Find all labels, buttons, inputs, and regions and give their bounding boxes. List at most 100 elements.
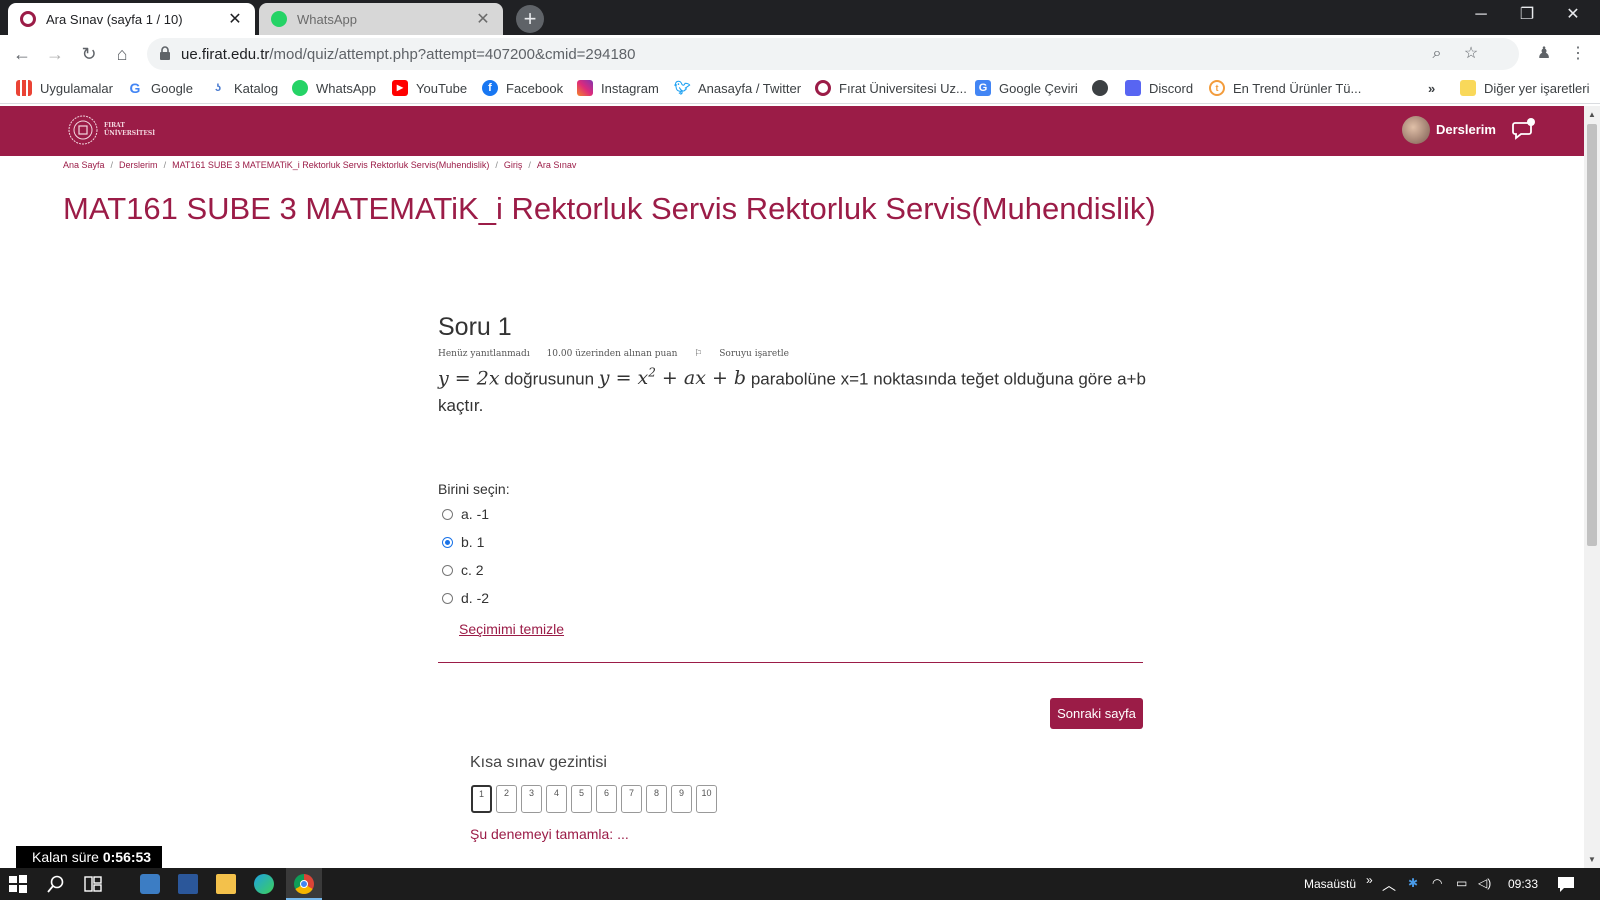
volume-icon[interactable]: ◁)	[1478, 876, 1491, 890]
windows-start-icon[interactable]	[8, 874, 28, 894]
radio-button[interactable]	[442, 508, 453, 520]
quiz-nav-button[interactable]: 1	[471, 785, 492, 813]
clock[interactable]: 09:33	[1508, 877, 1538, 891]
bookmark-globe[interactable]	[1092, 79, 1116, 97]
profile-icon[interactable]: ♟	[1534, 44, 1554, 64]
next-page-button[interactable]: Sonraki sayfa	[1050, 698, 1143, 729]
close-tab-icon[interactable]: ✕	[475, 9, 491, 29]
window-close-button[interactable]: ✕	[1550, 0, 1596, 30]
quiz-nav-button[interactable]: 7	[621, 785, 642, 813]
network-app-icon[interactable]	[140, 874, 160, 894]
bookmark-other[interactable]: Diğer yer işaretleri	[1460, 79, 1589, 97]
answer-option-b[interactable]: b. 1	[442, 533, 484, 551]
chrome-taskbar-button[interactable]	[286, 868, 322, 900]
tab-whatsapp[interactable]: WhatsApp ✕	[259, 3, 503, 35]
bookmarks-more-button[interactable]: »	[1428, 79, 1435, 97]
question-text: y = 2x doğrusunun y = x2 + ax + b parabo…	[438, 360, 1148, 419]
bookmark-label: Facebook	[506, 80, 564, 96]
menu-icon[interactable]: ⋮	[1568, 44, 1588, 64]
bookmark-discord[interactable]: Discord	[1125, 79, 1193, 97]
bookmark-facebook[interactable]: f Facebook	[482, 79, 563, 97]
answer-option-c[interactable]: c. 2	[442, 561, 484, 579]
bookmark-katalog[interactable]: ʖ Katalog	[210, 79, 278, 97]
notifications-icon[interactable]	[1556, 874, 1576, 894]
forward-icon[interactable]: →	[43, 42, 67, 66]
quiz-nav-button[interactable]: 10	[696, 785, 717, 813]
desktop-toolbar-label[interactable]: Masaüstü	[1304, 877, 1356, 891]
breadcrumb-item[interactable]: Ara Sınav	[537, 160, 577, 170]
quiz-nav-button[interactable]: 4	[546, 785, 567, 813]
flag-question-link[interactable]: ⚐ Soruyu işaretle	[694, 349, 803, 359]
math-parabola: y = x2 + ax + b	[599, 366, 747, 390]
task-view-icon[interactable]	[83, 874, 103, 894]
breadcrumb-item[interactable]: Derslerim	[119, 160, 158, 170]
battery-icon[interactable]: ▭	[1456, 876, 1467, 890]
quiz-nav-button[interactable]: 3	[521, 785, 542, 813]
site-logo[interactable]: FIRAT ÜNİVERSİTESİ	[68, 114, 155, 146]
option-label[interactable]: c. 2	[461, 562, 484, 578]
url-host: ue.firat.edu.tr	[181, 46, 270, 63]
quiz-nav-button[interactable]: 2	[496, 785, 517, 813]
bookmark-trend[interactable]: t En Trend Ürünler Tü...	[1209, 79, 1361, 97]
flag-icon: ⚐	[694, 349, 706, 359]
avatar[interactable]	[1402, 116, 1430, 144]
option-label[interactable]: a. -1	[461, 506, 489, 522]
new-tab-button[interactable]: +	[516, 5, 544, 33]
zoom-icon[interactable]: ⌕	[1427, 44, 1447, 64]
math-parabola-post: + ax + b	[655, 367, 747, 390]
finish-attempt-link[interactable]: Şu denemeyi tamamla: ...	[470, 826, 629, 842]
breadcrumb: Ana Sayfa / Derslerim / MAT161 SUBE 3 MATEMA…	[63, 160, 576, 170]
messages-icon[interactable]	[1512, 118, 1536, 140]
wifi-icon[interactable]: ◠	[1432, 876, 1442, 890]
question-meta: Henüz yanıtlanmadı 10.00 üzerinden alına…	[438, 349, 817, 359]
show-hidden-icons-icon[interactable]: ︿	[1382, 875, 1396, 895]
minimize-button[interactable]: ─	[1458, 0, 1504, 30]
bookmark-whatsapp[interactable]: WhatsApp	[292, 79, 376, 97]
desktop-toolbar-more[interactable]: »	[1366, 873, 1373, 887]
tab-quiz[interactable]: Ara Sınav (sayfa 1 / 10) ✕	[8, 3, 255, 35]
file-explorer-icon[interactable]	[216, 874, 236, 894]
answer-option-a[interactable]: a. -1	[442, 505, 489, 523]
firat-icon	[815, 80, 831, 96]
reload-icon[interactable]: ↻	[77, 42, 101, 66]
bluetooth-icon[interactable]: ✱	[1408, 876, 1418, 890]
option-label[interactable]: b. 1	[461, 534, 484, 550]
bookmark-google[interactable]: G Google	[127, 79, 193, 97]
bookmark-firat[interactable]: Fırat Üniversitesi Uz...	[815, 79, 967, 97]
restore-button[interactable]: ❐	[1504, 0, 1550, 30]
radio-button[interactable]	[442, 564, 453, 576]
back-icon[interactable]: ←	[10, 42, 34, 66]
close-tab-icon[interactable]: ✕	[227, 9, 243, 29]
search-icon[interactable]	[46, 874, 66, 894]
scroll-down-icon[interactable]: ▼	[1584, 853, 1600, 867]
answer-prompt: Birini seçin:	[438, 481, 510, 497]
bookmark-apps[interactable]: Uygulamalar	[16, 79, 113, 97]
scroll-up-icon[interactable]: ▲	[1584, 108, 1600, 122]
edge-icon[interactable]	[254, 874, 274, 894]
quiz-nav-button[interactable]: 6	[596, 785, 617, 813]
scrollbar-thumb[interactable]	[1587, 124, 1597, 546]
bookmark-instagram[interactable]: Instagram	[577, 79, 659, 97]
quiz-nav-button[interactable]: 9	[671, 785, 692, 813]
quiz-nav-button[interactable]: 8	[646, 785, 667, 813]
star-icon[interactable]: ☆	[1461, 44, 1481, 64]
quiz-nav-button[interactable]: 5	[571, 785, 592, 813]
question-points: 10.00 üzerinden alınan puan	[546, 349, 678, 359]
breadcrumb-item[interactable]: Ana Sayfa	[63, 160, 105, 170]
breadcrumb-item[interactable]: Giriş	[504, 160, 523, 170]
bookmark-translate[interactable]: G Google Çeviri	[975, 79, 1078, 97]
bookmark-twitter[interactable]: 🐦︎ Anasayfa / Twitter	[674, 79, 801, 97]
answer-option-d[interactable]: d. -2	[442, 589, 489, 607]
radio-button-checked[interactable]	[442, 536, 453, 548]
user-menu-derslerim[interactable]: Derslerim	[1436, 122, 1496, 137]
clear-choice-link[interactable]: Seçimimi temizle	[459, 621, 564, 637]
address-bar[interactable]: ue.firat.edu.tr/mod/quiz/attempt.php?att…	[147, 38, 1519, 70]
radio-button[interactable]	[442, 592, 453, 604]
timer-label: Kalan süre	[32, 849, 99, 865]
word-icon[interactable]	[178, 874, 198, 894]
bookmark-youtube[interactable]: ▶ YouTube	[392, 79, 467, 97]
windows-taskbar	[0, 868, 1600, 900]
home-icon[interactable]: ⌂	[110, 42, 134, 66]
breadcrumb-item[interactable]: MAT161 SUBE 3 MATEMATiK_i Rektorluk Serv…	[172, 160, 489, 170]
option-label[interactable]: d. -2	[461, 590, 489, 606]
